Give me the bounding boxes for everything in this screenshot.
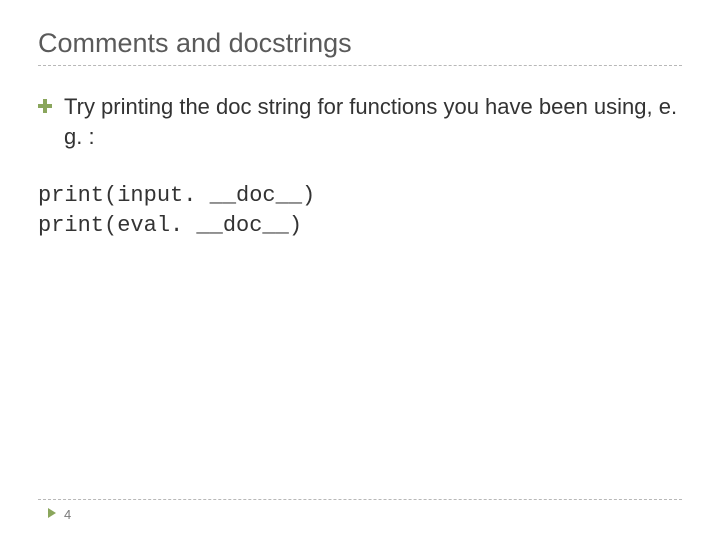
code-block: print(input. __doc__) print(eval. __doc_… xyxy=(38,181,682,240)
footer: 4 xyxy=(48,505,71,523)
bullet-icon xyxy=(38,99,52,118)
bullet-item: Try printing the doc string for function… xyxy=(38,92,682,151)
title-divider xyxy=(38,65,682,66)
page-number: 4 xyxy=(64,507,71,522)
play-icon xyxy=(48,505,58,523)
slide-title: Comments and docstrings xyxy=(38,28,682,59)
bullet-text: Try printing the doc string for function… xyxy=(64,92,682,151)
code-line-2: print(eval. __doc__) xyxy=(38,213,302,238)
footer-divider xyxy=(38,499,682,500)
code-line-1: print(input. __doc__) xyxy=(38,183,315,208)
